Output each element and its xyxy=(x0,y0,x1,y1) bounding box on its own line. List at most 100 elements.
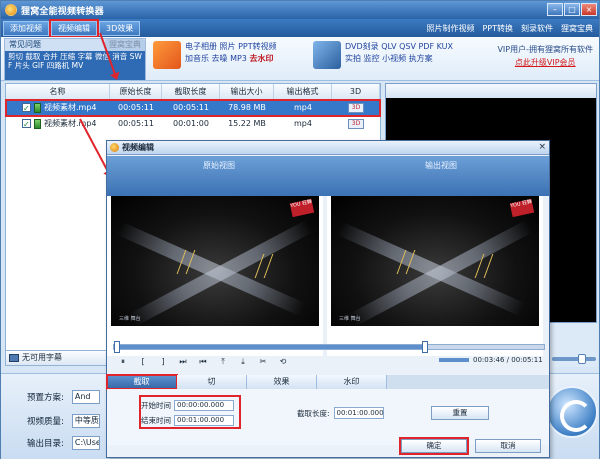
output-format: mp4 xyxy=(294,103,312,112)
col-3d[interactable]: 3D xyxy=(332,84,380,99)
table-row[interactable]: 视频素材.mp4 00:05:11 00:05:11 78.98 MB mp4 … xyxy=(5,99,381,117)
tab-clip[interactable]: 截取 xyxy=(106,374,178,390)
quality-select[interactable]: 中等质 xyxy=(71,414,100,428)
vip-text: VIP用户-拥有狸窝所有软件 xyxy=(497,45,593,54)
app-logo-icon xyxy=(5,4,17,16)
window-controls: – □ × xyxy=(547,3,597,16)
output-size: 78.98 MB xyxy=(228,103,266,112)
ppt-convert-link[interactable]: PPT转换 xyxy=(482,23,513,34)
convert-start-button[interactable] xyxy=(546,386,598,438)
mark-out-button[interactable]: ] xyxy=(153,356,173,368)
promo-ppt-line1: 电子相册 照片 PPT转视频 xyxy=(185,42,277,51)
quick-tools-panel: 常见问题 狸窝宝典 剪切 截取 合并 压缩 字幕 微信 消音 SWF 片头 GI… xyxy=(4,38,146,80)
minimize-icon[interactable]: – xyxy=(547,3,563,16)
start-marker-handle[interactable] xyxy=(114,341,120,353)
promo-dvd[interactable]: DVD刻录 QLV QSV PDF KUX 实拍 监控 小视频 执方案 xyxy=(313,41,453,77)
volume-slider[interactable] xyxy=(552,357,596,361)
clip-timeline[interactable] xyxy=(113,341,545,353)
edit-tabs: 截取 切 效果 水印 xyxy=(106,374,549,390)
output-dir-label: 输出目录: xyxy=(27,439,64,449)
original-view-label: 原始视图 xyxy=(203,161,235,170)
dialog-volume-slider[interactable] xyxy=(439,358,469,362)
clip-length: 00:05:11 xyxy=(173,103,209,112)
ppt-icon xyxy=(153,41,181,69)
book-tab[interactable]: 狸窝宝典 xyxy=(105,39,145,51)
add-video-button[interactable]: 添加视频 xyxy=(3,20,49,36)
video-file-icon xyxy=(34,118,41,129)
promo-ppt-line2: 加音乐 去噪 MP3 xyxy=(185,54,250,63)
promo-watermark: 去水印 xyxy=(249,54,274,63)
dvd-icon xyxy=(313,41,341,69)
faq-tab[interactable]: 常见问题 xyxy=(5,39,105,51)
original-view-pane: YOU 狂舞 三维 舞台 xyxy=(107,196,323,356)
file-name: 视频素材.mp4 xyxy=(44,103,97,112)
video-edit-button[interactable]: 视频编辑 xyxy=(49,18,99,38)
dialog-title-bar: 视频编辑 × xyxy=(107,141,549,155)
quality-label: 视频质量: xyxy=(27,417,64,427)
video-logo: 三维 舞台 xyxy=(119,316,141,322)
ok-button[interactable]: 确定 xyxy=(399,437,469,455)
col-output-size[interactable]: 输出大小 xyxy=(220,84,274,99)
preset-select[interactable]: And xyxy=(71,390,100,404)
output-video-frame[interactable]: YOU 狂舞 三维 舞台 xyxy=(331,196,539,326)
promo-dvd-line2: 实拍 监控 小视频 执方案 xyxy=(345,54,433,63)
title-bar: 狸窝全能视频转换器 – □ × xyxy=(1,1,599,19)
output-view-pane: YOU 狂舞 三维 舞台 xyxy=(327,196,543,356)
quick-tags[interactable]: 剪切 截取 合并 压缩 字幕 微信 消音 SWF 片头 GIF 四路机 MV xyxy=(5,51,145,80)
next-frame-icon[interactable]: ⏭ xyxy=(173,356,193,368)
timeline-progress xyxy=(114,345,424,349)
burn-software-link[interactable]: 刻录软件 xyxy=(521,23,553,34)
table-row[interactable]: 视频素材.mp4 00:05:11 00:01:00 15.22 MB mp4 … xyxy=(6,116,380,133)
tab-watermark[interactable]: 水印 xyxy=(317,375,387,389)
pause-icon[interactable]: ⏸ xyxy=(113,356,133,368)
subtitle-selector[interactable]: 无可用字幕 xyxy=(5,350,107,366)
prev-frame-icon[interactable]: ⏮ xyxy=(193,356,213,368)
promo-ppt[interactable]: 电子相册 照片 PPT转视频 加音乐 去噪 MP3 去水印 xyxy=(153,41,277,77)
menu-bar: 添加视频 视频编辑 3D效果 照片制作视频 PPT转换 刻录软件 狸窝宝典 xyxy=(1,18,599,38)
dialog-logo-icon xyxy=(110,143,119,152)
tab-effect[interactable]: 效果 xyxy=(247,375,317,389)
view-headers: 原始视图 输出视图 xyxy=(107,156,549,196)
vip-panel: VIP用户-拥有狸窝所有软件 点此升级VIP会员 xyxy=(497,43,593,69)
output-dir-input[interactable]: C:\Use xyxy=(71,436,100,450)
mark-in-button[interactable]: [ xyxy=(133,356,153,368)
3d-toggle-icon[interactable]: 3D xyxy=(348,102,364,113)
col-name[interactable]: 名称 xyxy=(6,84,110,99)
subtitle-label: 无可用字幕 xyxy=(22,353,62,362)
maximize-icon[interactable]: □ xyxy=(564,3,580,16)
main-preview-controls xyxy=(550,323,598,367)
original-video-frame[interactable]: YOU 狂舞 三维 舞台 xyxy=(111,196,319,326)
col-clip-length[interactable]: 截取长度 xyxy=(162,84,220,99)
video-badge: YOU 狂舞 xyxy=(289,198,315,218)
reset-button[interactable]: 重置 xyxy=(431,406,489,420)
3d-toggle-icon[interactable]: 3D xyxy=(348,118,364,129)
cancel-button[interactable]: 取消 xyxy=(475,439,541,453)
close-icon[interactable]: × xyxy=(581,3,597,16)
3d-effect-button[interactable]: 3D效果 xyxy=(99,20,141,36)
row-checkbox[interactable] xyxy=(22,117,31,133)
col-output-format[interactable]: 输出格式 xyxy=(274,84,332,99)
photo-video-link[interactable]: 照片制作视频 xyxy=(426,23,474,34)
dialog-close-icon[interactable]: × xyxy=(538,142,546,152)
vip-upgrade-link[interactable]: 点此升级VIP会员 xyxy=(497,56,593,69)
volume-slider-knob[interactable] xyxy=(578,354,586,364)
menu-links: 照片制作视频 PPT转换 刻录软件 狸窝宝典 xyxy=(426,19,593,37)
cut-icon[interactable]: ✂ xyxy=(253,356,273,368)
clip-length-label: 截取长度: xyxy=(297,408,330,418)
goto-end-icon[interactable]: ⤓ xyxy=(233,356,253,368)
goto-start-icon[interactable]: ⤒ xyxy=(213,356,233,368)
clip-length-row: 截取长度: 00:01:00.000 xyxy=(297,407,384,419)
dialog-title: 视频编辑 xyxy=(122,143,154,152)
row-checkbox[interactable] xyxy=(22,101,31,117)
col-original-length[interactable]: 原始长度 xyxy=(110,84,162,99)
reset-view-icon[interactable]: ⟲ xyxy=(273,356,293,368)
end-time-input[interactable]: 00:01:00.000 xyxy=(174,415,234,426)
start-time-label: 开始时间 xyxy=(141,401,171,410)
playhead-handle[interactable] xyxy=(422,341,428,353)
app-title: 狸窝全能视频转换器 xyxy=(21,6,104,17)
output-view-label: 输出视图 xyxy=(425,161,457,170)
tab-crop[interactable]: 切 xyxy=(177,375,247,389)
start-time-input[interactable]: 00:00:00.000 xyxy=(174,400,234,411)
video-badge: YOU 狂舞 xyxy=(509,198,535,218)
liwo-book-link[interactable]: 狸窝宝典 xyxy=(561,23,593,34)
